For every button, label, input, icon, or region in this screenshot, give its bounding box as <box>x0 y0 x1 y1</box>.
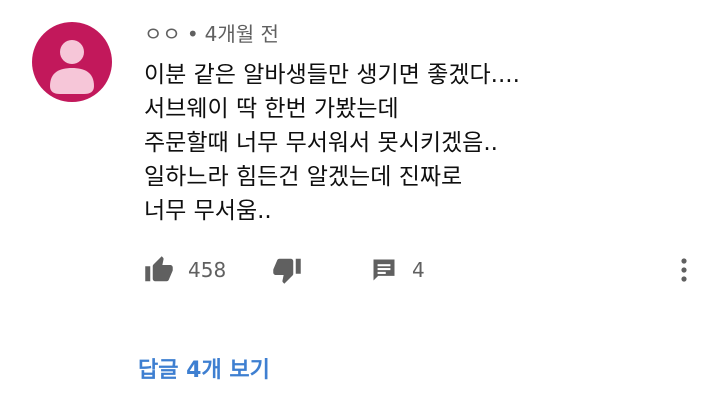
thumbs-up-icon <box>145 256 173 282</box>
more-options-button[interactable] <box>672 252 696 288</box>
comment-line: 주문할때 너무 무서워서 못시키겠음.. <box>144 130 498 156</box>
view-replies-link[interactable]: 답글 4개 보기 <box>138 352 270 384</box>
person-icon <box>50 40 94 94</box>
comment-line: 이분 같은 알바생들만 생기면 좋겠다.... <box>144 62 520 88</box>
comment-actions: 458 4 <box>144 252 704 288</box>
comment-icon <box>373 259 395 281</box>
thumbs-down-icon <box>273 258 301 284</box>
comment-header: ㅇㅇ • 4개월 전 <box>144 20 279 48</box>
comment-text: 이분 같은 알바생들만 생기면 좋겠다.... 서브웨이 딱 한번 가봤는데 주… <box>144 58 684 228</box>
comment-line: 일하느라 힘든건 알겠는데 진짜로 <box>144 164 463 190</box>
dislike-button[interactable] <box>272 252 302 288</box>
timestamp[interactable]: 4개월 전 <box>205 22 279 46</box>
meta-separator: • <box>186 22 199 46</box>
reply-count: 4 <box>412 258 425 282</box>
reply-button[interactable]: 4 <box>370 252 425 288</box>
like-button[interactable]: 458 <box>144 252 226 288</box>
more-vertical-icon <box>681 258 687 282</box>
comment-item: ㅇㅇ • 4개월 전 이분 같은 알바생들만 생기면 좋겠다.... 서브웨이 딱 … <box>0 0 720 411</box>
avatar[interactable] <box>32 22 112 102</box>
comment-line: 너무 무서움.. <box>144 198 272 224</box>
like-count: 458 <box>188 258 227 282</box>
author-name[interactable]: ㅇㅇ <box>144 22 181 46</box>
comment-line: 서브웨이 딱 한번 가봤는데 <box>144 96 399 122</box>
